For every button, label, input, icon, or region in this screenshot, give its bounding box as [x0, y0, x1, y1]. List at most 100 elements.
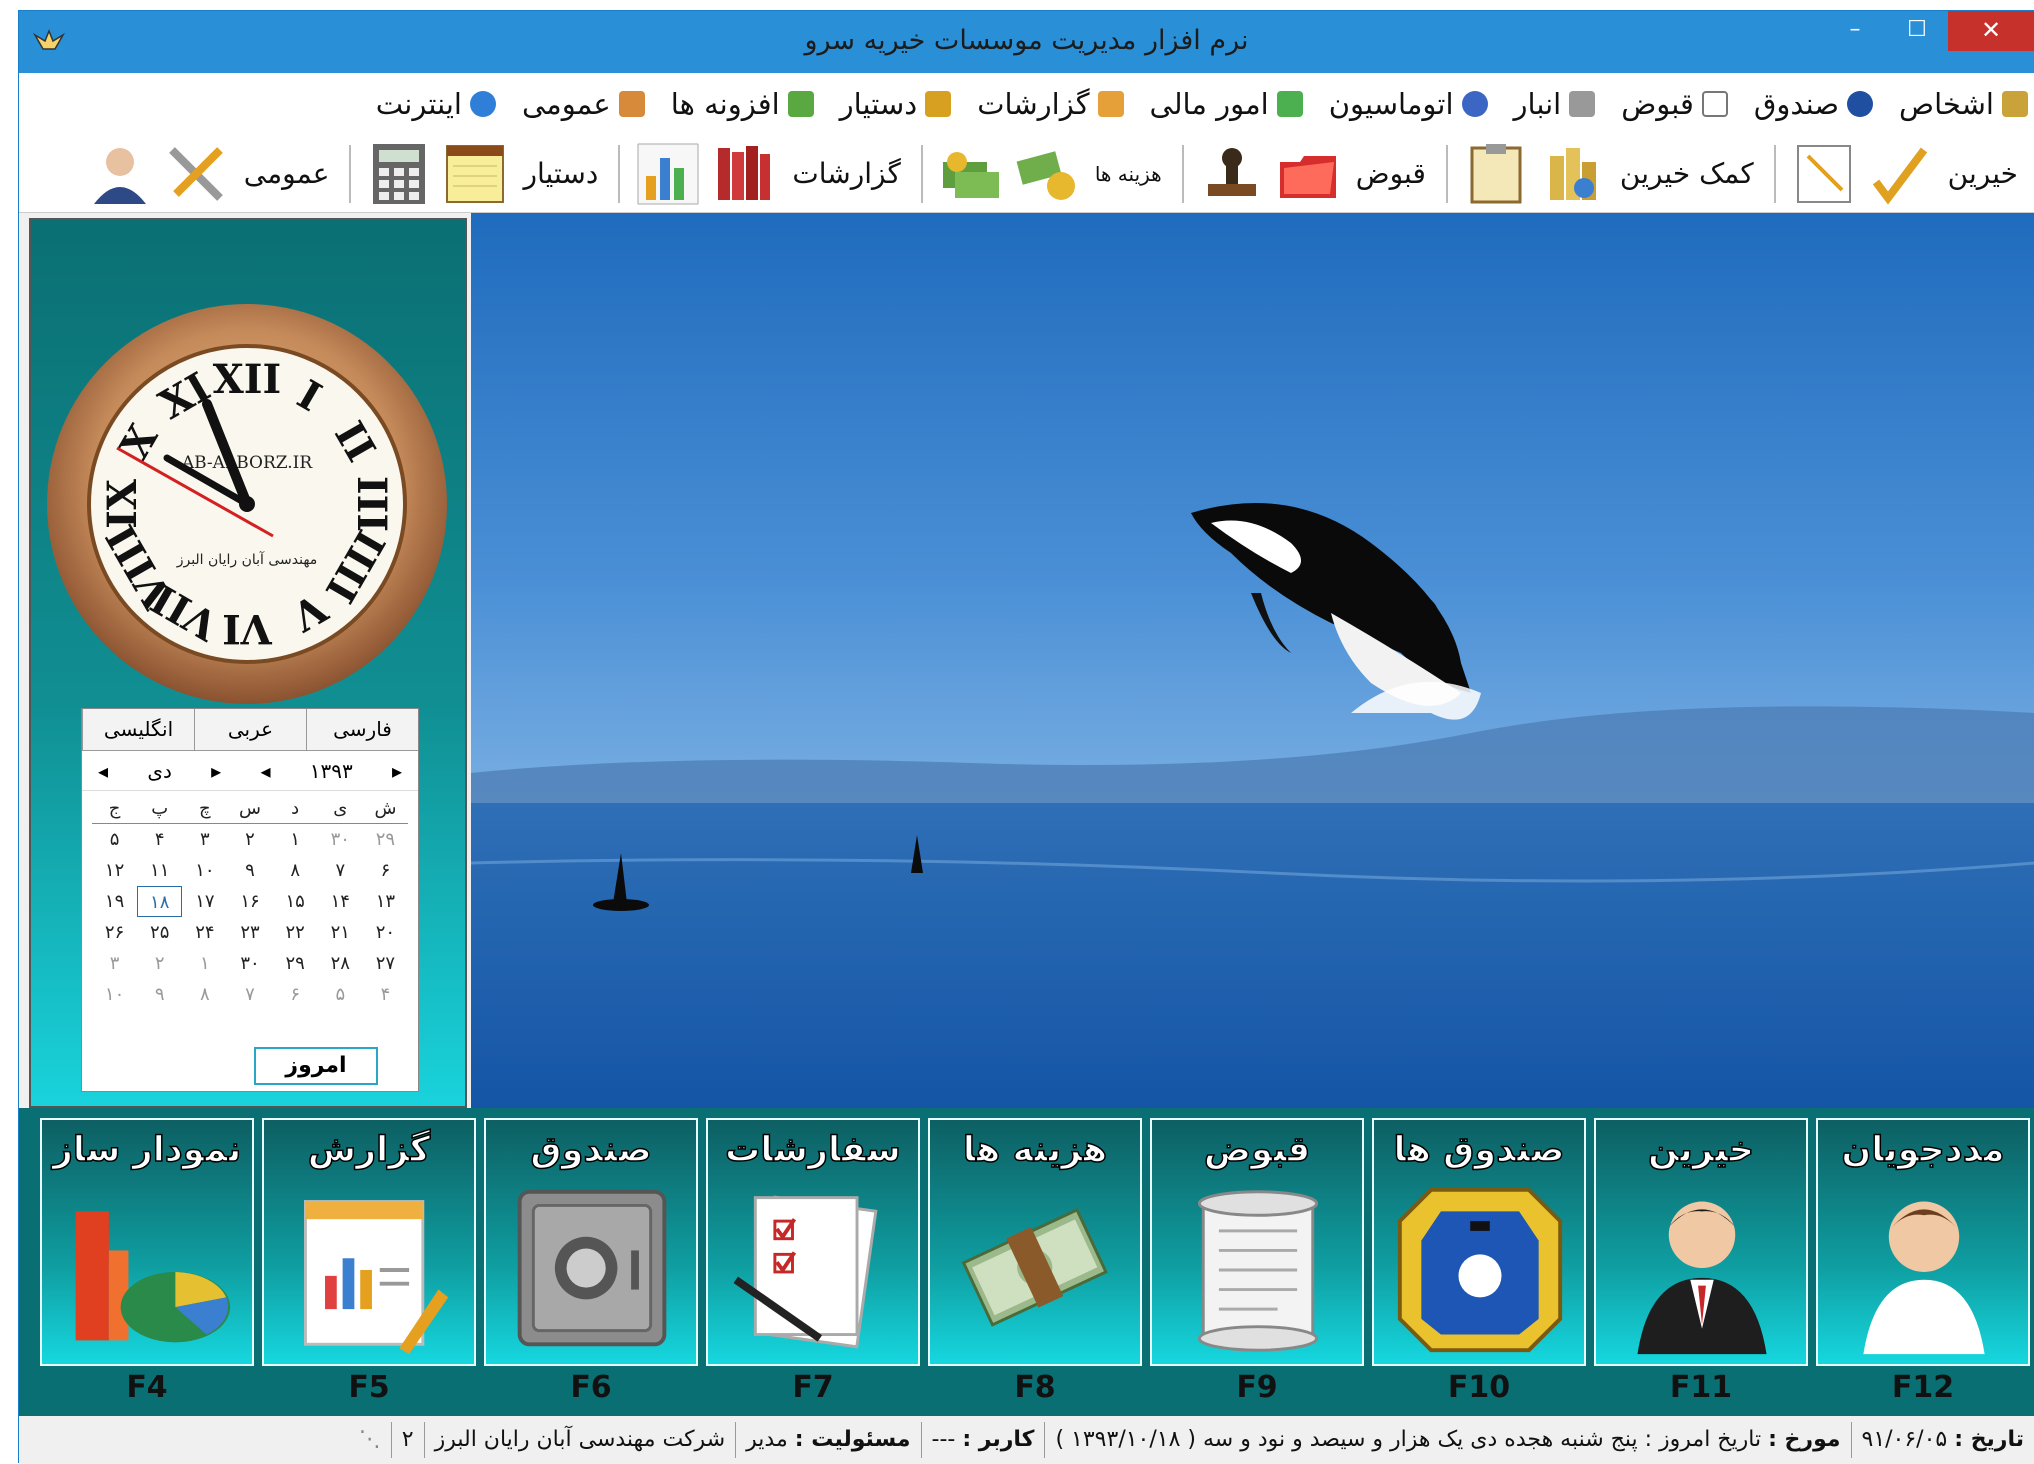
pencil-check-icon[interactable] [1868, 142, 1932, 206]
shortcut-button[interactable]: سفارشات [706, 1118, 920, 1366]
calculator-icon[interactable] [367, 142, 431, 206]
calendar-day[interactable]: ۲۳ [227, 917, 272, 948]
resize-grip-icon[interactable]: ⋰ [349, 1422, 391, 1458]
calendar-day[interactable]: ۲۷ [363, 948, 408, 979]
tab-arabic[interactable]: عربی [194, 709, 306, 750]
shortcut-button[interactable]: قبوض [1150, 1118, 1364, 1366]
notebook-icon[interactable] [443, 142, 507, 206]
shortcut-button[interactable]: نمودار ساز [40, 1118, 254, 1366]
calendar-day[interactable]: ۲۸ [318, 948, 363, 979]
calendar-day[interactable]: ۱۴ [318, 886, 363, 917]
calendar-day[interactable]: ۱۵ [273, 886, 318, 917]
status-bar: تاریخ : ۹۱/۰۶/۰۵ مورخ : تاریخ امروز : پن… [19, 1416, 2034, 1464]
menu-warehouse[interactable]: انبار [1514, 87, 1596, 121]
prev-month-icon[interactable]: ◂ [98, 759, 108, 783]
menu-finance[interactable]: امور مالی [1150, 87, 1303, 121]
calendar-day[interactable]: ۱۰ [92, 979, 137, 1010]
calendar-day[interactable]: ۲۹ [273, 948, 318, 979]
menu-internet[interactable]: اینترنت [376, 87, 496, 121]
menu-automation[interactable]: اتوماسیون [1329, 87, 1488, 121]
calendar-day[interactable]: ۱۲ [92, 855, 137, 886]
toolbar-separator [349, 145, 351, 203]
books-icon[interactable] [712, 142, 776, 206]
calendar-day[interactable]: ۲۰ [363, 917, 408, 948]
calendar-day[interactable]: ۴ [137, 824, 182, 855]
calendar-day[interactable]: ۲ [227, 824, 272, 855]
tab-persian[interactable]: فارسی [306, 709, 418, 750]
tb-general-label[interactable]: عمومی [244, 157, 330, 190]
shortcut-button[interactable]: صندوق ها [1372, 1118, 1586, 1366]
menu-plugins[interactable]: افزونه ها [671, 87, 814, 121]
menu-bar: اشخاص صندوق قبوض انبار اتوماسیون امور ما… [19, 73, 2034, 135]
calendar-day[interactable]: ۹ [227, 855, 272, 886]
tools-icon[interactable] [164, 142, 228, 206]
folder-icon[interactable] [1276, 142, 1340, 206]
calendar-day[interactable]: ۹ [137, 979, 182, 1010]
menu-reports[interactable]: گزارشات [977, 87, 1123, 121]
tb-expenses-label[interactable]: هزینه ها [1095, 162, 1162, 186]
next-month-icon[interactable]: ▸ [211, 759, 221, 783]
shortcut-button[interactable]: مددجویان [1816, 1118, 2030, 1366]
calendar-day[interactable]: ۲۶ [92, 917, 137, 948]
calendar-day[interactable]: ۲۲ [273, 917, 318, 948]
menu-persons[interactable]: اشخاص [1899, 87, 2028, 121]
tb-receipts-label[interactable]: قبوض [1356, 157, 1426, 190]
tb-donor-help-label[interactable]: کمک خیرین [1620, 157, 1754, 190]
calendar-day[interactable]: ۱۰ [182, 855, 227, 886]
menu-receipts[interactable]: قبوض [1621, 87, 1728, 121]
cash-stack-icon[interactable] [939, 142, 1003, 206]
calendar-day[interactable]: ۶ [273, 979, 318, 1010]
calendar-day[interactable]: ۱۳ [363, 886, 408, 917]
calendar-day[interactable]: ۱۹ [92, 886, 137, 917]
calendar-day[interactable]: ۲۹ [363, 824, 408, 855]
menu-general[interactable]: عمومی [522, 87, 645, 121]
clock-numeral: XII [213, 356, 281, 403]
calendar-day[interactable]: ۵ [92, 824, 137, 855]
tb-assistant-label[interactable]: دستیار [523, 157, 598, 190]
tb-reports-label[interactable]: گزارشات [792, 157, 900, 190]
stamp-icon[interactable] [1200, 142, 1264, 206]
user-icon[interactable] [88, 142, 152, 206]
calendar-day[interactable]: ۳ [92, 948, 137, 979]
calendar-day[interactable]: ۷ [318, 855, 363, 886]
calendar-day[interactable]: ۵ [318, 979, 363, 1010]
calendar-day[interactable]: ۳۰ [318, 824, 363, 855]
calendar-day[interactable]: ۱ [273, 824, 318, 855]
coins-icon[interactable] [1540, 142, 1604, 206]
calendar-day[interactable]: ۳۰ [227, 948, 272, 979]
clipboard-icon[interactable] [1464, 142, 1528, 206]
calendar-day[interactable]: ۶ [363, 855, 408, 886]
calendar-day[interactable]: ۴ [363, 979, 408, 1010]
maximize-button[interactable]: ☐ [1886, 11, 1948, 51]
calendar-day[interactable]: ۲ [137, 948, 182, 979]
bar-chart-icon[interactable] [636, 142, 700, 206]
shortcut-button[interactable]: گزارش [262, 1118, 476, 1366]
money-coins-icon[interactable] [1015, 142, 1079, 206]
calendar-day[interactable]: ۷ [227, 979, 272, 1010]
tab-english[interactable]: انگلیسی [82, 709, 194, 750]
calendar-day[interactable]: ۳ [182, 824, 227, 855]
tb-donors-label[interactable]: خیرین [1948, 157, 2018, 190]
menu-fund[interactable]: صندوق [1754, 87, 1873, 121]
calendar-day[interactable]: ۱۶ [227, 886, 272, 917]
shortcut-button[interactable]: هزینه ها [928, 1118, 1142, 1366]
next-year-icon[interactable]: ▸ [392, 759, 402, 783]
today-button[interactable]: امروز [254, 1047, 378, 1085]
clock-brand: AB-ALBORZ.IR [181, 453, 314, 473]
calendar-day[interactable]: ۱۷ [182, 886, 227, 917]
calendar-day[interactable]: ۸ [182, 979, 227, 1010]
calendar-day[interactable]: ۱۸ [137, 886, 182, 917]
minimize-button[interactable]: – [1824, 11, 1886, 51]
menu-assistant[interactable]: دستیار [840, 87, 952, 121]
calendar-day[interactable]: ۲۴ [182, 917, 227, 948]
calendar-day[interactable]: ۱ [182, 948, 227, 979]
notepad-icon[interactable] [1792, 142, 1856, 206]
shortcut-button[interactable]: خیرین [1594, 1118, 1808, 1366]
shortcut-button[interactable]: صندوق [484, 1118, 698, 1366]
close-button[interactable]: ✕ [1948, 11, 2034, 51]
calendar-day[interactable]: ۱۱ [137, 855, 182, 886]
calendar-day[interactable]: ۲۵ [137, 917, 182, 948]
prev-year-icon[interactable]: ◂ [260, 759, 270, 783]
calendar-day[interactable]: ۲۱ [318, 917, 363, 948]
calendar-day[interactable]: ۸ [273, 855, 318, 886]
